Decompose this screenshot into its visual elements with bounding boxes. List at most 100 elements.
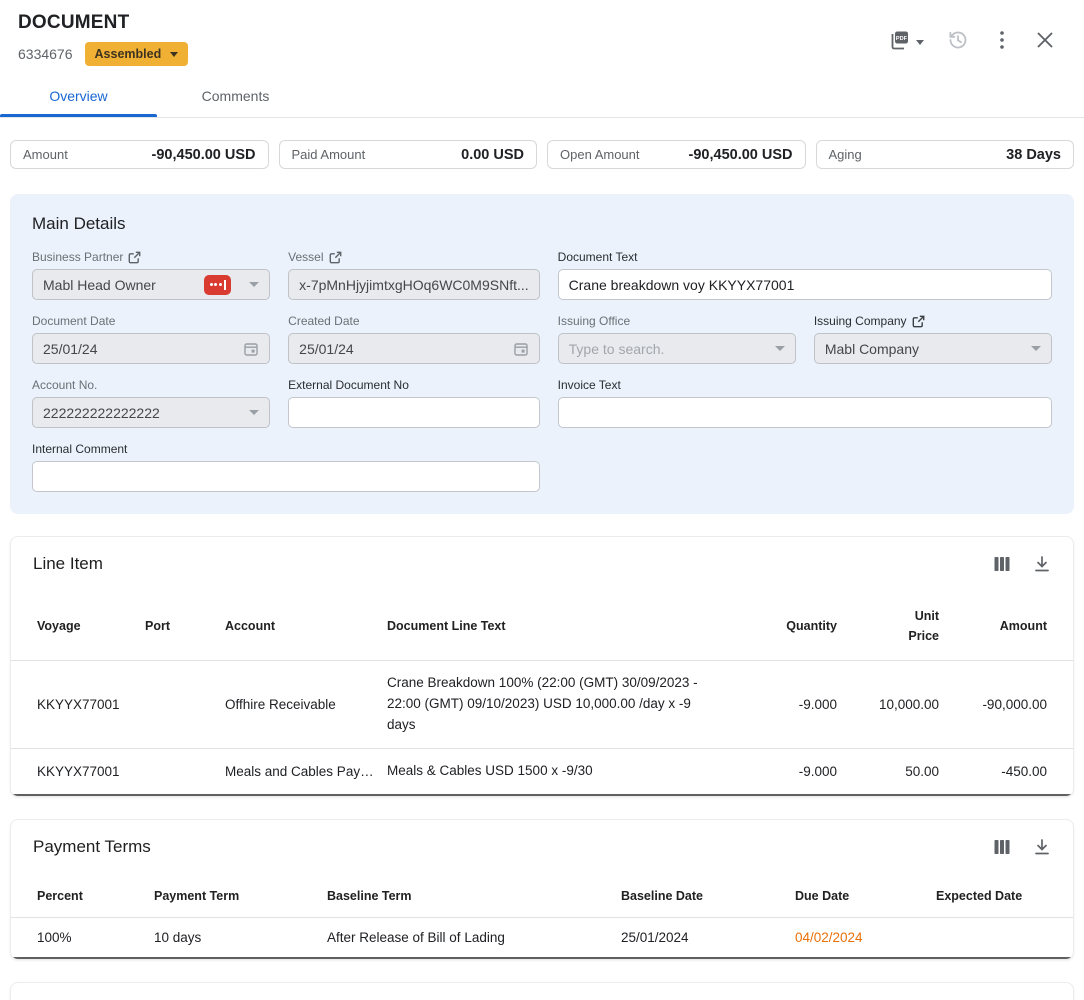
status-label: Assembled bbox=[95, 47, 162, 61]
history-icon bbox=[946, 28, 970, 57]
chevron-down-icon bbox=[249, 410, 259, 415]
invoice-text-input[interactable] bbox=[558, 397, 1052, 428]
calendar-icon bbox=[243, 341, 259, 357]
document-header: DOCUMENT 6334676 Assembled PDF bbox=[0, 0, 1084, 66]
main-details-title: Main Details bbox=[32, 214, 1052, 234]
open-amount-label: Open Amount bbox=[560, 147, 640, 162]
document-date-label: Document Date bbox=[32, 314, 270, 328]
issuing-office-select[interactable]: Type to search. bbox=[558, 333, 796, 364]
amount-cell: -90,000.00 bbox=[939, 685, 1047, 724]
col-account: Account bbox=[225, 619, 387, 633]
line-item-title: Line Item bbox=[33, 554, 103, 574]
kebab-menu-icon bbox=[992, 29, 1012, 56]
due-date-cell: 04/02/2024 bbox=[795, 918, 936, 957]
account-no-select[interactable]: 222222222222222 bbox=[32, 397, 270, 428]
line-item-row[interactable]: KKYYX77001 Meals and Cables Pay… Meals &… bbox=[11, 748, 1073, 794]
external-link-icon bbox=[329, 251, 342, 264]
summary-cards: Amount -90,450.00 USD Paid Amount 0.00 U… bbox=[10, 140, 1074, 169]
payment-terms-section: Payment Terms Percent Payment Term Basel… bbox=[10, 819, 1074, 960]
paid-amount-value: 0.00 USD bbox=[461, 147, 524, 163]
invoice-text-label: Invoice Text bbox=[558, 378, 1052, 392]
document-text-input[interactable] bbox=[558, 269, 1052, 300]
open-amount-value: -90,450.00 USD bbox=[689, 147, 793, 163]
payment-terms-title: Payment Terms bbox=[33, 837, 151, 857]
open-amount-card: Open Amount -90,450.00 USD bbox=[547, 140, 806, 169]
close-icon bbox=[1034, 29, 1056, 56]
more-options-button[interactable] bbox=[988, 25, 1016, 60]
business-partner-label: Business Partner bbox=[32, 250, 270, 264]
external-document-no-label: External Document No bbox=[288, 378, 540, 392]
pdf-export-button[interactable]: PDF bbox=[882, 24, 928, 61]
internal-comment-label: Internal Comment bbox=[32, 442, 540, 456]
aging-label: Aging bbox=[829, 147, 862, 162]
created-date-picker[interactable]: 25/01/24 bbox=[288, 333, 540, 364]
receipts-section: Receipts, Payments and Credit Notes Docu… bbox=[10, 982, 1074, 1000]
page-title: DOCUMENT bbox=[18, 12, 188, 34]
payment-terms-header-row: Percent Payment Term Baseline Term Basel… bbox=[11, 863, 1073, 917]
col-document-line-text: Document Line Text bbox=[387, 619, 745, 633]
col-baseline-term: Baseline Term bbox=[327, 889, 621, 903]
account-no-label: Account No. bbox=[32, 378, 270, 392]
col-expected-date: Expected Date bbox=[936, 889, 1047, 903]
percent-cell: 100% bbox=[37, 918, 154, 957]
external-document-no-input[interactable] bbox=[288, 397, 540, 428]
amount-label: Amount bbox=[23, 147, 68, 162]
col-port: Port bbox=[145, 619, 225, 633]
download-button[interactable] bbox=[1033, 555, 1051, 573]
line-item-header-row: Voyage Port Account Document Line Text Q… bbox=[11, 580, 1073, 660]
main-details-panel: Main Details Business Partner Mabl Head … bbox=[10, 194, 1074, 514]
vessel-field[interactable]: x-7pMnHjyjimtxgHOq6WC0M9SNft... bbox=[288, 269, 540, 300]
calendar-icon bbox=[513, 341, 529, 357]
svg-text:PDF: PDF bbox=[896, 35, 908, 41]
expected-date-cell bbox=[936, 925, 1047, 949]
chevron-down-icon bbox=[775, 346, 785, 351]
port-cell bbox=[145, 692, 225, 716]
download-icon bbox=[1033, 555, 1051, 573]
col-unit-price: Unit Price bbox=[837, 606, 939, 646]
pdf-export-icon: PDF bbox=[886, 28, 912, 57]
column-settings-button[interactable] bbox=[993, 838, 1011, 856]
columns-icon bbox=[993, 555, 1011, 573]
payment-term-cell: 10 days bbox=[154, 918, 327, 957]
voyage-cell: KKYYX77001 bbox=[37, 685, 145, 724]
account-cell: Meals and Cables Pay… bbox=[225, 752, 387, 791]
document-line-text-cell: Crane Breakdown 100% (22:00 (GMT) 30/09/… bbox=[387, 661, 745, 748]
col-amount: Amount bbox=[939, 619, 1047, 633]
voyage-cell: KKYYX77001 bbox=[37, 752, 145, 791]
close-button[interactable] bbox=[1030, 25, 1060, 60]
issuing-company-select[interactable]: Mabl Company bbox=[814, 333, 1052, 364]
columns-icon bbox=[993, 838, 1011, 856]
tab-overview[interactable]: Overview bbox=[0, 76, 157, 117]
download-icon bbox=[1033, 838, 1051, 856]
issuing-office-label: Issuing Office bbox=[558, 314, 796, 328]
baseline-date-cell: 25/01/2024 bbox=[621, 918, 795, 957]
amount-value: -90,450.00 USD bbox=[152, 147, 256, 163]
col-due-date: Due Date bbox=[795, 889, 936, 903]
pdf-export-caret-icon bbox=[916, 40, 924, 45]
document-date-picker[interactable]: 25/01/24 bbox=[32, 333, 270, 364]
quantity-cell: -9.000 bbox=[745, 752, 837, 791]
chevron-down-icon bbox=[1031, 346, 1041, 351]
header-toolbar: PDF bbox=[882, 18, 1060, 66]
col-percent: Percent bbox=[37, 889, 154, 903]
document-line-text-cell: Meals & Cables USD 1500 x -9/30 bbox=[387, 749, 745, 794]
internal-comment-input[interactable] bbox=[32, 461, 540, 492]
tab-comments[interactable]: Comments bbox=[157, 76, 314, 117]
line-item-section: Line Item Voyage Port Account Document L… bbox=[10, 536, 1074, 797]
status-badge-dropdown[interactable]: Assembled bbox=[85, 42, 189, 66]
partner-flag-icon[interactable] bbox=[204, 275, 231, 295]
aging-value: 38 Days bbox=[1006, 147, 1061, 163]
download-button[interactable] bbox=[1033, 838, 1051, 856]
business-partner-select[interactable]: Mabl Head Owner bbox=[32, 269, 270, 300]
col-baseline-date: Baseline Date bbox=[621, 889, 795, 903]
payment-term-row[interactable]: 100% 10 days After Release of Bill of La… bbox=[11, 917, 1073, 957]
port-cell bbox=[145, 759, 225, 783]
paid-amount-label: Paid Amount bbox=[292, 147, 366, 162]
col-payment-term: Payment Term bbox=[154, 889, 327, 903]
amount-card: Amount -90,450.00 USD bbox=[10, 140, 269, 169]
column-settings-button[interactable] bbox=[993, 555, 1011, 573]
line-item-row[interactable]: KKYYX77001 Offhire Receivable Crane Brea… bbox=[11, 660, 1073, 748]
history-button[interactable] bbox=[942, 24, 974, 61]
tab-bar: Overview Comments bbox=[0, 76, 1084, 118]
chevron-down-icon bbox=[170, 52, 178, 57]
